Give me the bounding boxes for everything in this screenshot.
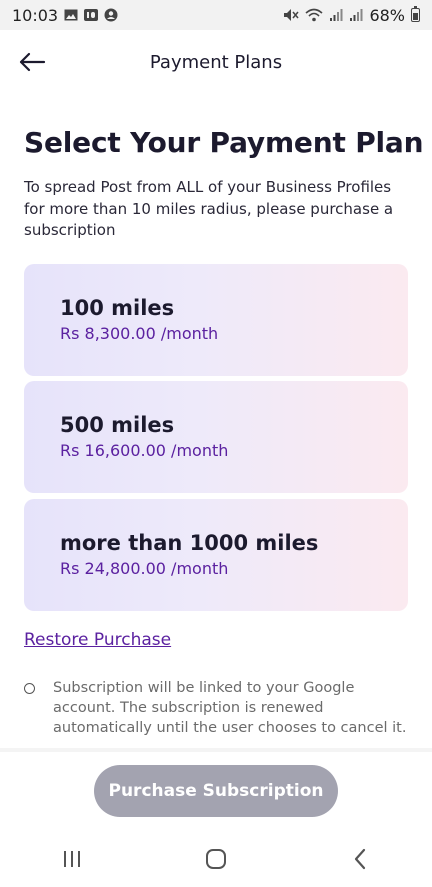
plan-name: 500 miles bbox=[60, 413, 175, 437]
account-circle-icon bbox=[104, 8, 118, 22]
status-time: 10:03 bbox=[12, 5, 59, 25]
recent-apps-button[interactable] bbox=[42, 839, 102, 879]
plan-card-500-miles[interactable]: 500 miles Rs 16,600.00 /month bbox=[24, 381, 408, 493]
subscription-note-text: Subscription will be linked to your Goog… bbox=[53, 680, 407, 736]
recent-apps-icon bbox=[64, 850, 80, 867]
plan-price: Rs 24,800.00 /month bbox=[60, 559, 229, 578]
home-button[interactable] bbox=[186, 839, 246, 879]
system-nav-bar bbox=[0, 830, 432, 887]
plan-price: Rs 16,600.00 /month bbox=[60, 441, 229, 460]
home-icon bbox=[206, 848, 226, 869]
page-title: Select Your Payment Plan bbox=[24, 126, 424, 159]
status-bar: 10:03 68% bbox=[0, 0, 432, 30]
plan-description: To spread Post from ALL of your Business… bbox=[24, 178, 394, 239]
back-button[interactable] bbox=[16, 48, 48, 76]
back-arrow-icon bbox=[19, 52, 46, 72]
plan-card-100-miles[interactable]: 100 miles Rs 8,300.00 /month bbox=[24, 264, 408, 376]
mute-icon bbox=[283, 8, 300, 22]
restore-purchase-link[interactable]: Restore Purchase bbox=[24, 630, 171, 650]
status-bar-left: 10:03 bbox=[12, 6, 118, 25]
app-header: Payment Plans bbox=[0, 30, 432, 94]
status-bar-right: 68% bbox=[283, 6, 420, 25]
plan-card-1000-miles[interactable]: more than 1000 miles Rs 24,800.00 /month bbox=[24, 499, 408, 611]
battery-icon bbox=[411, 6, 420, 22]
id-badge-icon bbox=[84, 9, 99, 21]
plan-price: Rs 8,300.00 /month bbox=[60, 324, 219, 343]
system-back-button[interactable] bbox=[330, 839, 390, 879]
bullet-icon bbox=[24, 683, 35, 694]
purchase-subscription-button[interactable]: Purchase Subscription bbox=[94, 765, 338, 817]
wifi-icon bbox=[305, 8, 323, 22]
battery-percent: 68% bbox=[369, 5, 405, 25]
chevron-left-icon bbox=[354, 848, 366, 869]
signal-icon bbox=[329, 8, 343, 22]
plan-name: more than 1000 miles bbox=[60, 531, 319, 555]
header-title: Payment Plans bbox=[149, 51, 283, 73]
gallery-icon bbox=[64, 9, 78, 21]
plan-name: 100 miles bbox=[60, 296, 175, 320]
signal-icon-2 bbox=[349, 8, 363, 22]
divider bbox=[0, 748, 432, 752]
subscription-note: Subscription will be linked to your Goog… bbox=[24, 678, 416, 738]
